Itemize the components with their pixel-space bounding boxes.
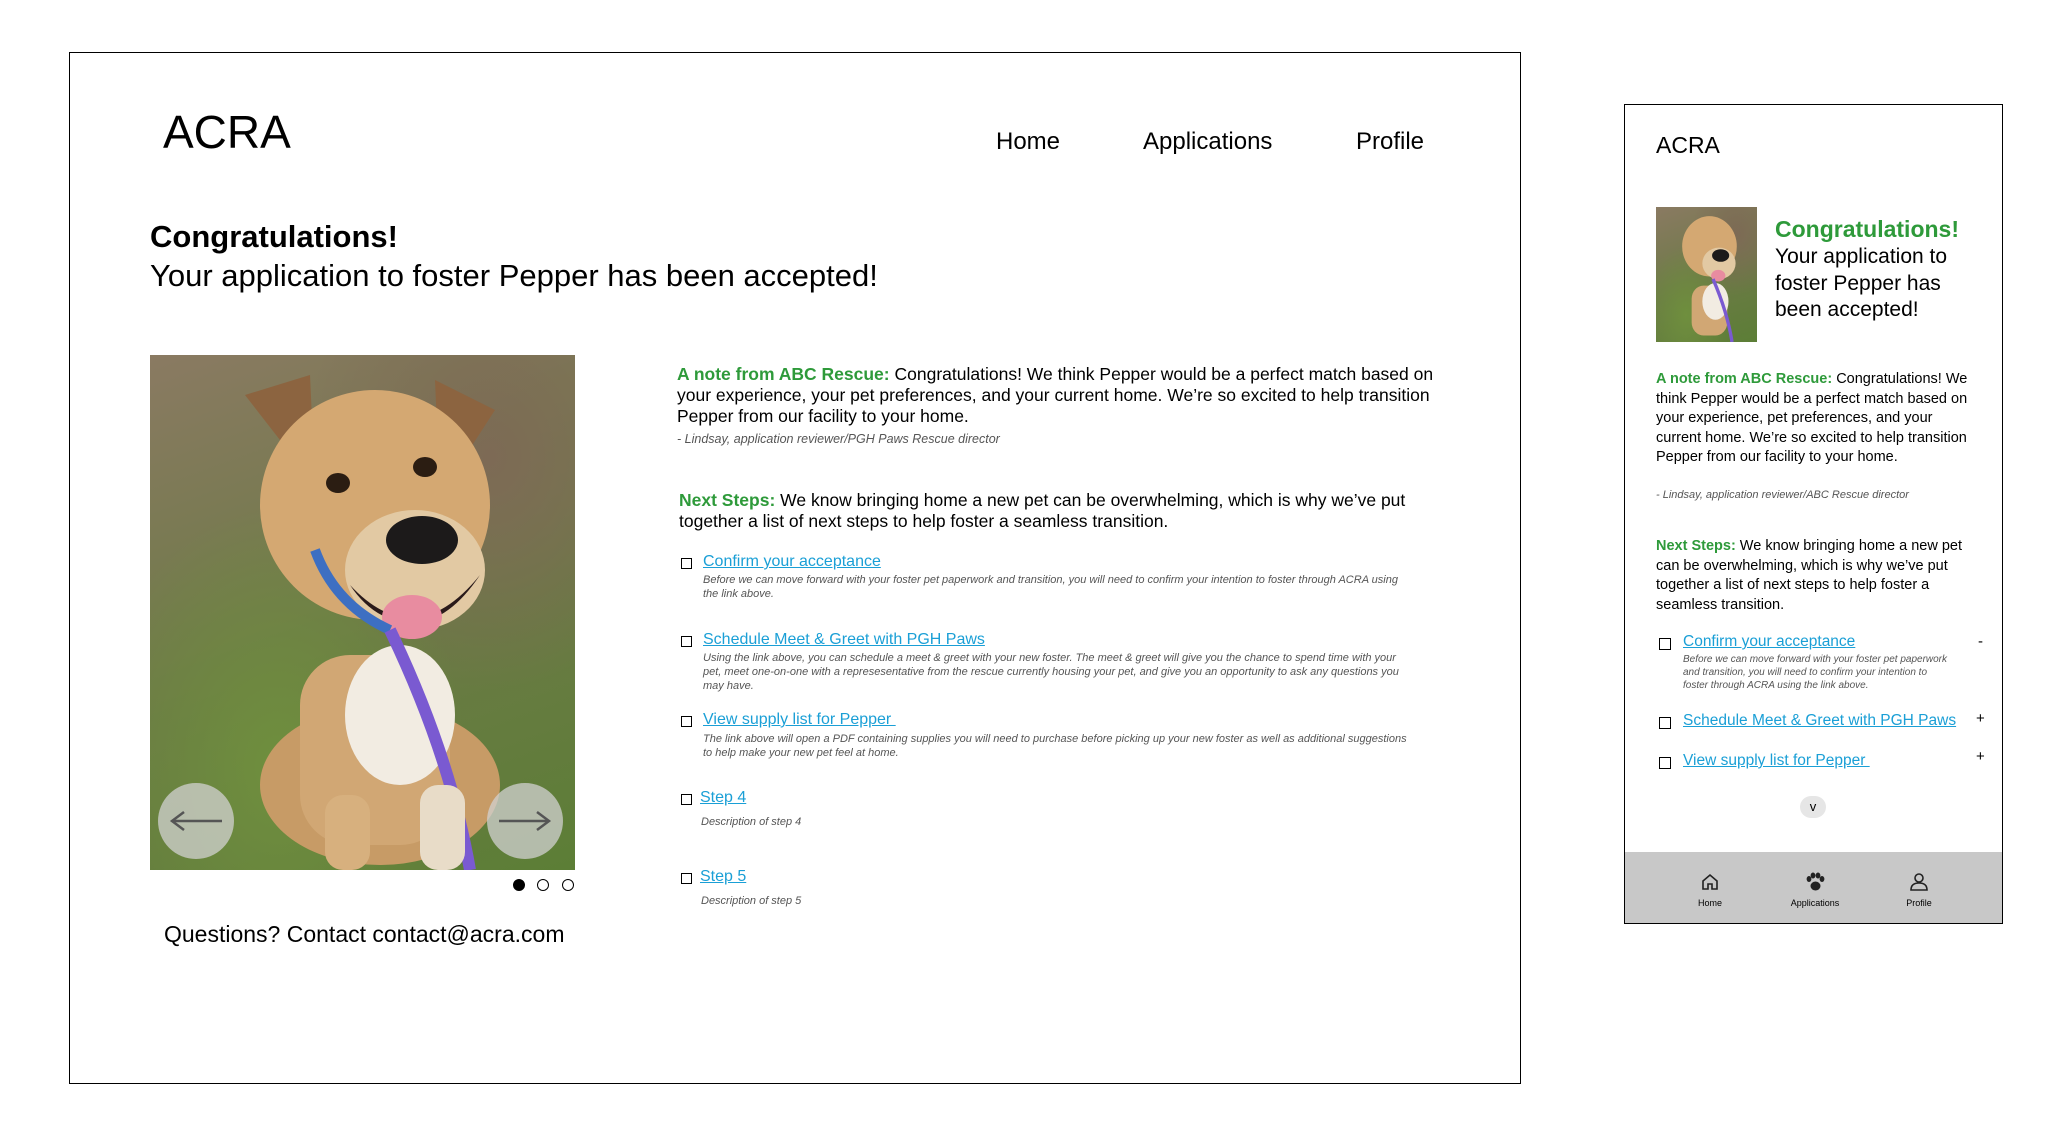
mobile-step-desc-1: Before we can move forward with your fos… [1683, 654, 1948, 691]
step-link-4[interactable]: Step 4 [700, 789, 746, 807]
nav-applications[interactable]: Applications [1143, 128, 1272, 156]
note-signature: - Lindsay, application reviewer/PGH Paws… [677, 432, 1000, 446]
arrow-left-icon [169, 811, 222, 831]
tab-applications[interactable]: Applications [1775, 872, 1855, 912]
step-checkbox-4[interactable] [681, 794, 692, 805]
carousel-next-button[interactable] [487, 783, 563, 859]
step-desc-3: The link above will open a PDF containin… [703, 733, 1407, 759]
step-checkbox-1[interactable] [681, 558, 692, 569]
next-steps-text: We know bringing home a new pet can be o… [679, 490, 1406, 531]
tab-profile-label: Profile [1906, 898, 1932, 908]
mobile-step-link-meet-greet[interactable]: Schedule Meet & Greet with PGH Paws [1683, 712, 1956, 730]
mobile-expand-button[interactable]: v [1800, 796, 1826, 818]
step-link-confirm[interactable]: Confirm your acceptance [703, 553, 881, 571]
page-subtitle: Your application to foster Pepper has be… [150, 258, 878, 293]
mobile-title: Congratulations! [1775, 216, 1959, 242]
nav-home[interactable]: Home [996, 128, 1060, 156]
tab-applications-label: Applications [1790, 898, 1840, 908]
tab-home-label: Home [1697, 898, 1722, 908]
mobile-step-link-supply-list[interactable]: View supply list for Pepper [1683, 752, 1870, 770]
next-steps-intro: Next Steps: We know bringing home a new … [679, 490, 1419, 532]
step-desc-1: Before we can move forward with your fos… [703, 574, 1398, 600]
page-title: Congratulations! [150, 219, 398, 254]
tab-profile[interactable]: Profile [1879, 872, 1959, 912]
step-desc-5: Description of step 5 [701, 895, 802, 907]
mobile-step-checkbox-3[interactable] [1659, 757, 1671, 769]
step-desc-4: Description of step 4 [701, 816, 802, 828]
person-icon [1910, 873, 1928, 891]
step-checkbox-5[interactable] [681, 873, 692, 884]
contact-text: Questions? Contact contact@acra.com [164, 921, 565, 947]
carousel-dot-2[interactable] [537, 879, 549, 891]
nav-profile[interactable]: Profile [1356, 128, 1424, 156]
rescue-note: A note from ABC Rescue: Congratulations!… [677, 364, 1437, 427]
mobile-logo[interactable]: ACRA [1656, 132, 1720, 159]
step-desc-2: Using the link above, you can schedule a… [703, 652, 1399, 692]
next-steps-label: Next Steps: [679, 490, 776, 510]
mobile-step-checkbox-2[interactable] [1659, 717, 1671, 729]
step-link-meet-greet[interactable]: Schedule Meet & Greet with PGH Paws [703, 631, 985, 649]
home-icon [1702, 873, 1718, 890]
mobile-next-steps-label: Next Steps: [1656, 538, 1736, 554]
step-link-supply-list[interactable]: View supply list for Pepper [703, 711, 896, 729]
mobile-note-signature: - Lindsay, application reviewer/ABC Resc… [1656, 489, 1909, 501]
step-link-5[interactable]: Step 5 [700, 868, 746, 886]
mobile-step-toggle-2[interactable]: + [1976, 710, 1985, 727]
mobile-dog-photo [1656, 207, 1757, 342]
step-checkbox-2[interactable] [681, 636, 692, 647]
mobile-dog-illustration [1682, 216, 1737, 342]
desktop-logo[interactable]: ACRA [163, 105, 291, 159]
mobile-step-checkbox-1[interactable] [1659, 638, 1671, 650]
carousel-prev-button[interactable] [158, 783, 234, 859]
mobile-step-toggle-3[interactable]: + [1976, 748, 1985, 765]
mobile-next-steps-intro: Next Steps: We know bringing home a new … [1656, 537, 1976, 615]
note-label: A note from ABC Rescue: [677, 364, 890, 384]
dog-photo [150, 355, 575, 870]
mobile-subtitle: Your application to foster Pepper has be… [1775, 245, 1948, 321]
mobile-step-link-confirm[interactable]: Confirm your acceptance [1683, 633, 1855, 651]
mobile-step-toggle-1[interactable]: - [1978, 633, 1983, 650]
mobile-note-label: A note from ABC Rescue: [1656, 371, 1833, 387]
step-checkbox-3[interactable] [681, 716, 692, 727]
carousel-dot-1[interactable] [513, 879, 525, 891]
mobile-rescue-note: A note from ABC Rescue: Congratulations!… [1656, 370, 1976, 468]
carousel-dot-3[interactable] [562, 879, 574, 891]
paw-icon [1806, 872, 1825, 891]
tab-home[interactable]: Home [1670, 872, 1750, 912]
arrow-right-icon [499, 811, 552, 831]
